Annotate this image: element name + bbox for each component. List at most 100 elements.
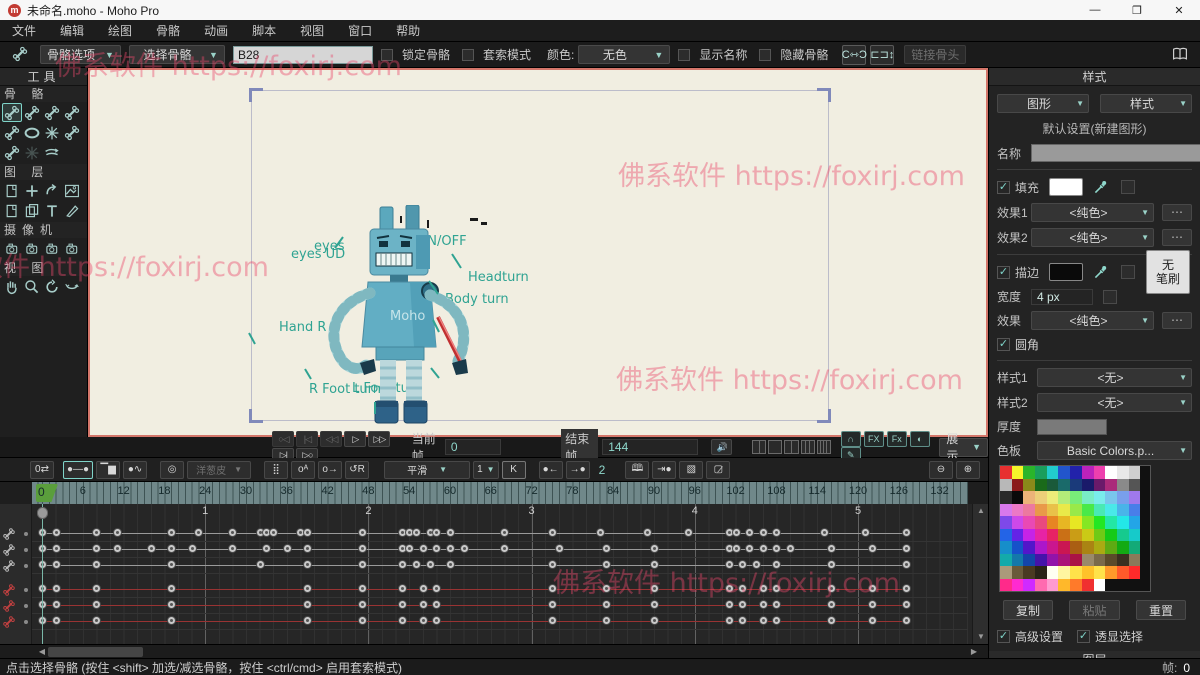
keyframe-dot[interactable] <box>357 584 367 593</box>
keyframe-dot[interactable] <box>398 616 408 625</box>
keyframe-dot[interactable] <box>446 544 455 553</box>
robot-character[interactable]: Moho <box>318 205 488 425</box>
interpolation-dropdown[interactable]: 平滑 ▼ <box>384 460 471 479</box>
keyframe-dot[interactable] <box>901 544 911 553</box>
effect1-options-button[interactable]: ⋯ <box>1162 204 1192 221</box>
palette-swatch[interactable] <box>1070 516 1082 529</box>
palette-swatch[interactable] <box>1093 503 1106 516</box>
keyframe-dot[interactable] <box>255 560 265 569</box>
add-marker-icon[interactable]: 🕮 <box>625 460 650 479</box>
bone-length-icon[interactable]: ⊏⊐↕ <box>870 44 895 65</box>
fill-texture-swatch[interactable] <box>1121 180 1135 194</box>
bone-transform-tool[interactable] <box>62 123 82 142</box>
fx-square-icon[interactable]: Fx <box>886 430 907 447</box>
keyframe-dot[interactable] <box>51 584 61 593</box>
palette-swatch[interactable] <box>1000 516 1012 529</box>
menu-骨骼[interactable]: 骨骼 <box>144 20 192 41</box>
palette-swatch[interactable] <box>1093 478 1106 491</box>
camera-track-tool[interactable] <box>2 239 22 258</box>
keyframe-dot[interactable] <box>446 560 455 569</box>
palette-swatch[interactable] <box>1023 553 1036 566</box>
hscroll-thumb[interactable] <box>48 647 143 657</box>
palette-swatch[interactable] <box>1011 566 1024 579</box>
layer-flip-tool[interactable] <box>2 201 22 220</box>
keyframe-dot[interactable] <box>548 584 557 593</box>
keyframe-dot[interactable] <box>826 584 836 593</box>
palette-swatch[interactable] <box>1000 566 1012 579</box>
keyframe-dot[interactable] <box>758 616 768 625</box>
keyframe-dot[interactable] <box>758 544 768 553</box>
channel-row[interactable] <box>0 526 32 542</box>
palette-swatch[interactable] <box>1081 478 1094 491</box>
tape-view-icon[interactable] <box>752 440 767 454</box>
keyframe-dot[interactable] <box>826 560 836 569</box>
autokey-grid-icon[interactable]: ⣿ <box>264 460 289 479</box>
keyframe-dot[interactable] <box>500 528 510 537</box>
end-frame-field[interactable]: 144 <box>602 439 699 455</box>
book-icon[interactable] <box>1170 45 1190 64</box>
palette-swatch[interactable] <box>1128 528 1141 541</box>
palette-swatch[interactable] <box>1116 553 1129 566</box>
palette-swatch[interactable] <box>1046 466 1059 479</box>
palette-swatch[interactable] <box>1011 516 1024 529</box>
palette-swatch[interactable] <box>1035 503 1047 516</box>
bone-reparent-tool[interactable] <box>42 103 62 122</box>
palette-swatch[interactable] <box>1105 566 1117 579</box>
keyframe-dot[interactable] <box>92 600 102 609</box>
timeline-track-row[interactable] <box>32 582 968 598</box>
palette-swatch[interactable] <box>1128 466 1141 479</box>
eyedropper-icon[interactable] <box>1091 177 1111 196</box>
channel-row[interactable] <box>0 598 32 614</box>
palette-swatch[interactable] <box>1023 491 1036 504</box>
camera-zoom-tool[interactable] <box>22 239 42 258</box>
palette-swatch[interactable] <box>1128 491 1141 504</box>
keyframe-dot[interactable] <box>269 528 279 537</box>
palette-swatch[interactable] <box>1081 503 1094 516</box>
palette-swatch[interactable] <box>1046 491 1059 504</box>
motion-graph-button[interactable]: ●∿ <box>123 460 148 479</box>
frame-corner-handle[interactable] <box>817 409 831 423</box>
keyframe-dot[interactable] <box>425 560 435 569</box>
keyframe-dot[interactable] <box>167 616 177 625</box>
onion-skin-icon[interactable]: ◎ <box>160 460 185 479</box>
palette-swatch[interactable] <box>1023 503 1036 516</box>
timeline-tracks[interactable]: 1 2 3 4 5 ▲ ▼ <box>0 504 988 644</box>
scroll-down-icon[interactable]: ▼ <box>973 630 988 644</box>
keyframe-dot[interactable] <box>167 600 177 609</box>
palette-swatch[interactable] <box>1035 553 1047 566</box>
fast-forward-button[interactable]: ▷▷ <box>368 431 391 447</box>
effect2-dropdown[interactable]: <纯色> ▼ <box>1031 228 1154 247</box>
playhead-marker[interactable] <box>37 507 48 519</box>
frame-corner-handle[interactable] <box>817 88 831 102</box>
timeline-hscrollbar[interactable]: ◀ ▶ <box>0 644 988 658</box>
palette-swatch[interactable] <box>1081 578 1094 591</box>
keyframe-dot[interactable] <box>51 560 61 569</box>
bone-options-dropdown[interactable]: 骨骼选项 ▼ <box>40 45 121 64</box>
palette-swatch[interactable] <box>1000 478 1012 491</box>
style1-dropdown[interactable]: <无> ▼ <box>1037 368 1192 387</box>
palette-swatch[interactable] <box>1105 528 1117 541</box>
keyframe-dot[interactable] <box>867 544 877 553</box>
layer-select-tool[interactable] <box>22 201 42 220</box>
keyframe-dot[interactable] <box>500 544 510 553</box>
keyframe-dot[interactable] <box>112 528 122 537</box>
layer-add-tool[interactable] <box>22 181 42 200</box>
paste-style-button[interactable]: 粘贴 <box>1069 600 1120 620</box>
palette-swatch[interactable] <box>1058 578 1071 591</box>
keyframe-dot[interactable] <box>92 560 102 569</box>
mute-button[interactable]: 🔊 <box>711 439 733 455</box>
keyframe-dot[interactable] <box>724 560 734 569</box>
keyframe-dot[interactable] <box>772 560 782 569</box>
keyframe-dot[interactable] <box>92 584 102 593</box>
palette-swatch[interactable] <box>1105 466 1117 479</box>
palette-swatch[interactable] <box>1070 478 1082 491</box>
keyframe-dot[interactable] <box>548 600 557 609</box>
keyframe-dot[interactable] <box>738 616 748 625</box>
palette-swatch[interactable] <box>1046 541 1059 554</box>
keyframe-dot[interactable] <box>303 584 313 593</box>
palette-swatch[interactable] <box>1070 503 1082 516</box>
keyframe-dot[interactable] <box>92 616 102 625</box>
keyframe-dot[interactable] <box>51 544 61 553</box>
keyframe-dot[interactable] <box>602 616 612 625</box>
keyframe-dot[interactable] <box>418 584 428 593</box>
